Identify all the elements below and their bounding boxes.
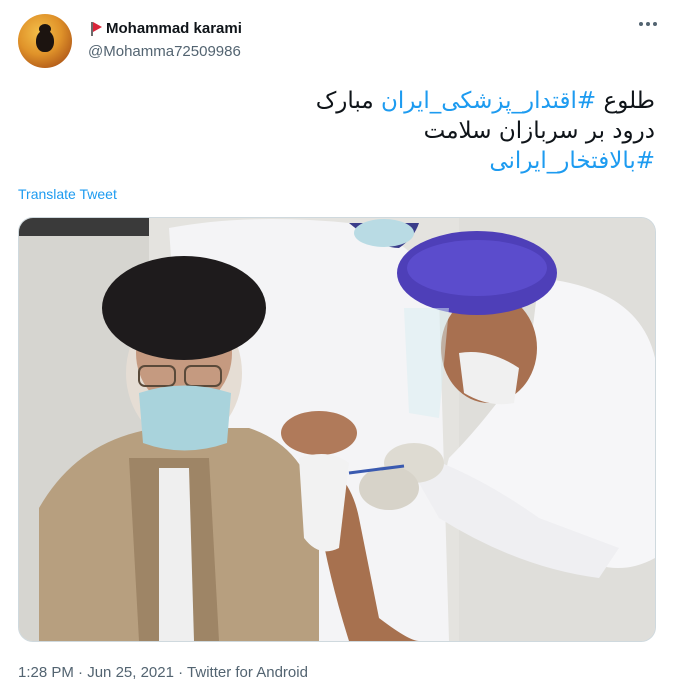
hashtag-link[interactable]: #اقتدار_پزشکی_ایران [381,88,596,114]
tweet-time[interactable]: 1:28 PM [18,664,74,681]
tweet-line-1-suffix: مبارک [315,88,381,114]
tweet-meta: 1:28 PM · Jun 25, 2021 · Twitter for And… [18,664,308,681]
tweet-line-2: درود بر سربازان سلامت [423,118,655,144]
tweet-source[interactable]: Twitter for Android [187,664,308,681]
hashtag-link[interactable]: #بالافتخار_ایرانی [489,148,655,174]
photo-illustration [19,218,655,641]
avatar[interactable] [18,14,72,68]
meta-separator: · [73,664,88,681]
tweet-line-1-prefix: طلوع [596,88,655,114]
tweet-text: طلوع #اقتدار_پزشکی_ایران مبارک درود بر س… [55,86,655,176]
meta-separator: · [173,664,188,681]
tweet-date[interactable]: Jun 25, 2021 [87,664,174,681]
author-handle[interactable]: @Mohamma72509986 [88,43,241,60]
translate-tweet-link[interactable]: Translate Tweet [18,186,117,202]
more-options-icon[interactable] [639,22,657,26]
red-flag-icon [88,21,104,37]
tweet-photo[interactable] [18,217,656,642]
author-display-name[interactable]: Mohammad karami [106,20,242,37]
avatar-figure-body [36,30,54,52]
author-name-row[interactable]: Mohammad karami [88,20,242,37]
tweet-line-1: طلوع #اقتدار_پزشکی_ایران مبارک [55,86,655,116]
